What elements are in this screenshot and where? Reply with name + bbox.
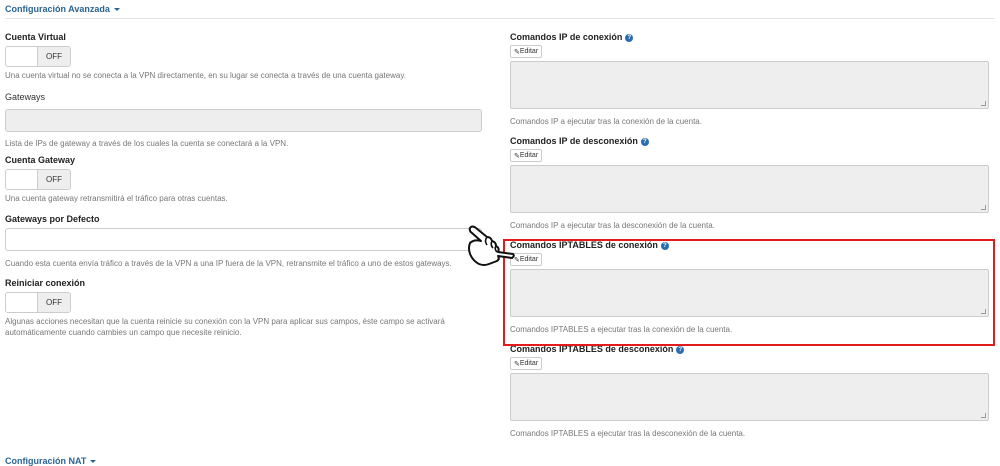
iptables-down-group: Comandos IPTABLES de desconexión? ✎ Edita…: [510, 344, 990, 439]
restart-connection-toggle[interactable]: OFF: [5, 292, 71, 313]
highlight-box: [503, 239, 995, 346]
gateways-label: Gateways: [5, 92, 46, 102]
ip-down-help: Comandos IP a ejecutar tras la desconexi…: [510, 221, 715, 230]
toggle-knob: [6, 47, 38, 66]
advanced-settings-toggle[interactable]: Configuración Avanzada: [5, 4, 120, 14]
toggle-knob: [6, 293, 38, 312]
ip-up-edit-button[interactable]: ✎ Editar: [510, 45, 543, 58]
iptables-down-edit-button[interactable]: ✎ Editar: [510, 357, 543, 370]
right-column: Comandos IP de conexión? ✎ Editar Comando…: [510, 32, 990, 439]
toggle-state: OFF: [38, 47, 70, 66]
caret-down-icon: [113, 8, 120, 12]
advanced-settings-title: Configuración Avanzada: [5, 4, 110, 14]
question-circle-icon[interactable]: ?: [625, 33, 634, 42]
default-gateways-help: Cuando esta cuenta envía tráfico a travé…: [5, 259, 452, 268]
iptables-down-help: Comandos IPTABLES a ejecutar tras la des…: [510, 429, 746, 438]
ip-up-label-text: Comandos IP de conexión: [510, 32, 623, 42]
ip-down-group: Comandos IP de desconexión? ✎ Editar Coma…: [510, 136, 990, 231]
default-gateways-label: Gateways por Defecto: [5, 214, 100, 224]
ip-up-group: Comandos IP de conexión? ✎ Editar Comando…: [510, 32, 990, 127]
ip-up-label: Comandos IP de conexión?: [510, 32, 990, 42]
gateway-account-label: Cuenta Gateway: [5, 155, 76, 165]
default-gateways-input[interactable]: [5, 228, 482, 251]
gateways-input[interactable]: [5, 109, 482, 132]
restart-connection-help: Algunas acciones necesitan que la cuenta…: [5, 317, 445, 337]
toggle-knob: [6, 170, 38, 189]
edit-button-label: Editar: [519, 360, 539, 367]
virtual-account-toggle[interactable]: OFF: [5, 46, 71, 67]
pointing-hand-icon: [468, 225, 515, 266]
advanced-settings-header: Configuración Avanzada: [5, 4, 995, 19]
ip-down-label: Comandos IP de desconexión?: [510, 136, 990, 146]
iptables-down-textarea[interactable]: [510, 373, 989, 421]
ip-up-help: Comandos IP a ejecutar tras la conexión …: [510, 117, 702, 126]
edit-button-label: Editar: [519, 48, 539, 55]
nat-settings-title: Configuración NAT: [5, 456, 87, 466]
left-column: Cuenta Virtual OFF Una cuenta virtual no…: [5, 32, 485, 338]
ip-down-label-text: Comandos IP de desconexión: [510, 136, 638, 146]
gateways-help: Lista de IPs de gateway a través de los …: [5, 139, 289, 148]
gateway-account-help: Una cuenta gateway retransmitirá el tráf…: [5, 194, 228, 203]
virtual-account-help: Una cuenta virtual no se conecta a la VP…: [5, 71, 406, 80]
virtual-account-label: Cuenta Virtual: [5, 32, 66, 42]
gateway-account-toggle[interactable]: OFF: [5, 169, 71, 190]
question-circle-icon[interactable]: ?: [676, 345, 685, 354]
ip-down-textarea[interactable]: [510, 165, 989, 213]
ip-down-edit-button[interactable]: ✎ Editar: [510, 149, 543, 162]
question-circle-icon[interactable]: ?: [640, 137, 649, 146]
edit-button-label: Editar: [519, 152, 539, 159]
toggle-state: OFF: [38, 170, 70, 189]
restart-connection-label: Reiniciar conexión: [5, 278, 86, 288]
toggle-state: OFF: [38, 293, 70, 312]
ip-up-textarea[interactable]: [510, 61, 989, 109]
nat-settings-toggle[interactable]: Configuración NAT: [5, 456, 97, 466]
